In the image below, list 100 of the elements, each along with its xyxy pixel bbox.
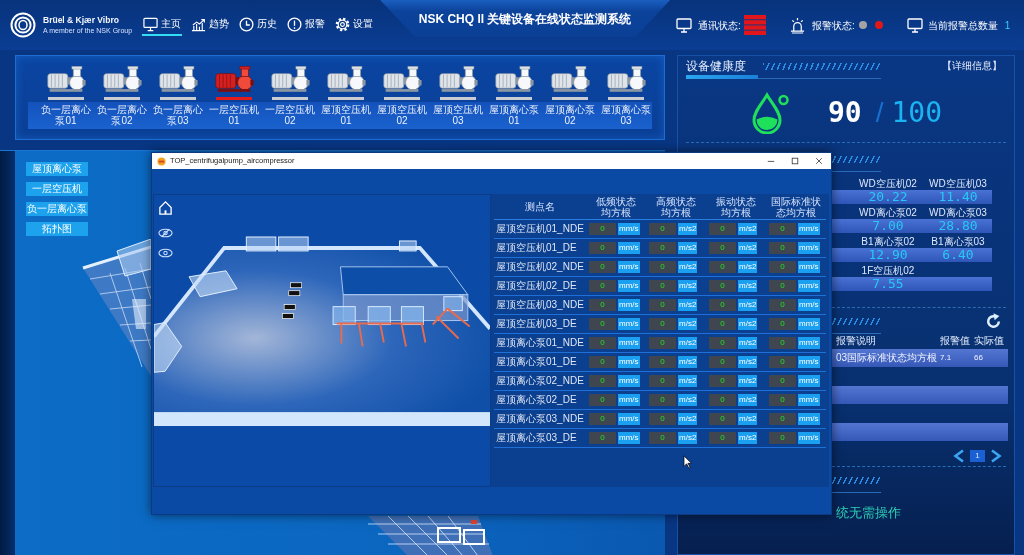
chart-icon (191, 16, 207, 32)
reading-value: 0 (709, 337, 736, 349)
reading-value: 0 (769, 223, 796, 235)
reading-value: 0 (709, 356, 736, 368)
eye-slash-icon[interactable] (158, 228, 173, 238)
water-drop-icon (750, 92, 790, 134)
chevron-right-icon[interactable] (990, 449, 1002, 463)
nav-tab[interactable]: 历史 (238, 14, 279, 36)
equipment-item[interactable]: 负一层离心泵02 (94, 65, 150, 126)
unit-label: mm/s (798, 242, 820, 254)
reading-value: 0 (649, 299, 676, 311)
reading-value: 0 (589, 356, 616, 368)
reading-value: 0 (769, 337, 796, 349)
reading-value: 0 (589, 318, 616, 330)
equipment-item[interactable]: 一层空压机01 (206, 65, 262, 126)
unit-label: mm/s (798, 299, 820, 311)
unit-label: m/s2 (678, 394, 698, 406)
stat-value: 12.90 (867, 248, 909, 262)
equipment-item[interactable]: 屋顶离心泵02 (542, 65, 598, 126)
equipment-item[interactable]: 负一层离心泵03 (150, 65, 206, 126)
reading-value: 0 (649, 280, 676, 292)
measuring-point-name: 屋顶空压机01_NDE (495, 223, 585, 235)
home-icon[interactable] (158, 200, 173, 215)
measuring-point-name: 屋顶离心泵03_DE (495, 432, 578, 444)
unit-label: m/s2 (738, 432, 758, 444)
reading-value: 0 (709, 299, 736, 311)
column-header: 振动状态均方根 (715, 195, 757, 218)
unit-label: m/s2 (678, 432, 698, 444)
alarm-light-icon (789, 16, 805, 34)
refresh-icon[interactable] (985, 312, 1002, 330)
reading-value: 0 (769, 242, 796, 254)
measuring-point-name: 屋顶离心泵01_DE (495, 356, 578, 368)
reading-value: 0 (589, 432, 616, 444)
reading-value: 0 (649, 318, 676, 330)
equipment-item[interactable]: 屋顶离心泵01 (486, 65, 542, 126)
reading-value: 0 (589, 337, 616, 349)
reading-value: 0 (769, 375, 796, 387)
stat-label: WD离心泵03 (928, 206, 988, 219)
details-link[interactable]: 【详细信息】 (942, 59, 1002, 73)
unit-label: m/s2 (678, 318, 698, 330)
equipment-item[interactable]: 屋顶空压机01 (318, 65, 374, 126)
stat-label: B1离心泵03 (930, 235, 986, 248)
status-grid-icon (743, 15, 766, 35)
equipment-item[interactable]: 屋顶离心泵03 (598, 65, 654, 126)
score-separator: / (875, 97, 884, 129)
measuring-point-name: 屋顶离心泵02_NDE (495, 375, 585, 387)
chevron-left-icon[interactable] (953, 449, 965, 463)
unit-label: mm/s (798, 375, 820, 387)
nav-tab[interactable]: 报警 (286, 14, 327, 36)
reading-value: 0 (589, 261, 616, 273)
column-header: 高频状态均方根 (655, 195, 697, 218)
unit-label: mm/s (798, 261, 820, 273)
app-icon (157, 156, 166, 166)
unit-label: mm/s (618, 356, 640, 368)
equipment-item[interactable]: 屋顶空压机03 (430, 65, 486, 126)
equipment-item[interactable]: 一层空压机02 (262, 65, 318, 126)
unit-label: mm/s (798, 318, 820, 330)
measuring-point-name: 屋顶离心泵02_DE (495, 394, 578, 406)
alarm-actual-value: 66 (974, 352, 984, 364)
pump-icon (326, 65, 366, 95)
stat-label: B1离心泵02 (860, 235, 916, 248)
reading-value: 0 (709, 280, 736, 292)
nav-tab[interactable]: 主页 (142, 14, 183, 36)
reading-value: 0 (709, 432, 736, 444)
nav-tab[interactable]: 设置 (334, 14, 375, 36)
alarm-threshold: 7.1 (940, 352, 953, 364)
unit-label: mm/s (798, 394, 820, 406)
eye-icon[interactable] (158, 248, 173, 258)
unit-label: m/s2 (738, 394, 758, 406)
reading-value: 0 (589, 242, 616, 254)
stat-label: 1F空压机02 (860, 264, 916, 277)
unit-label: m/s2 (738, 280, 758, 292)
unit-label: m/s2 (738, 413, 758, 425)
health-score: 90 (828, 97, 862, 129)
pump-icon (438, 65, 478, 95)
page-button[interactable]: 1 (970, 450, 985, 462)
unit-label: m/s2 (738, 375, 758, 387)
column-header: 国际标准状态均方根 (770, 195, 822, 218)
reading-value: 0 (769, 356, 796, 368)
unit-label: mm/s (798, 432, 820, 444)
reading-value: 0 (649, 413, 676, 425)
measuring-point-name: 屋顶离心泵01_NDE (495, 337, 585, 349)
unit-label: m/s2 (678, 242, 698, 254)
equipment-item[interactable]: 负一层离心泵01 (38, 65, 94, 126)
status-message: 统无需操作 (836, 505, 902, 521)
unit-label: m/s2 (738, 261, 758, 273)
brand-name: Brüel & Kjær Vibro (43, 15, 120, 26)
monitor-icon (906, 17, 923, 33)
exclamation-icon (287, 16, 303, 32)
reading-value: 0 (589, 394, 616, 406)
pump-icon (606, 65, 646, 95)
unit-label: mm/s (798, 413, 820, 425)
unit-label: m/s2 (738, 356, 758, 368)
unit-label: m/s2 (738, 299, 758, 311)
equipment-item[interactable]: 屋顶空压机02 (374, 65, 430, 126)
stat-value: 20.22 (867, 190, 909, 204)
nav-tab[interactable]: 趋势 (190, 14, 231, 36)
stat-label: WD离心泵02 (858, 206, 918, 219)
reading-value: 0 (649, 394, 676, 406)
unit-label: m/s2 (678, 356, 698, 368)
